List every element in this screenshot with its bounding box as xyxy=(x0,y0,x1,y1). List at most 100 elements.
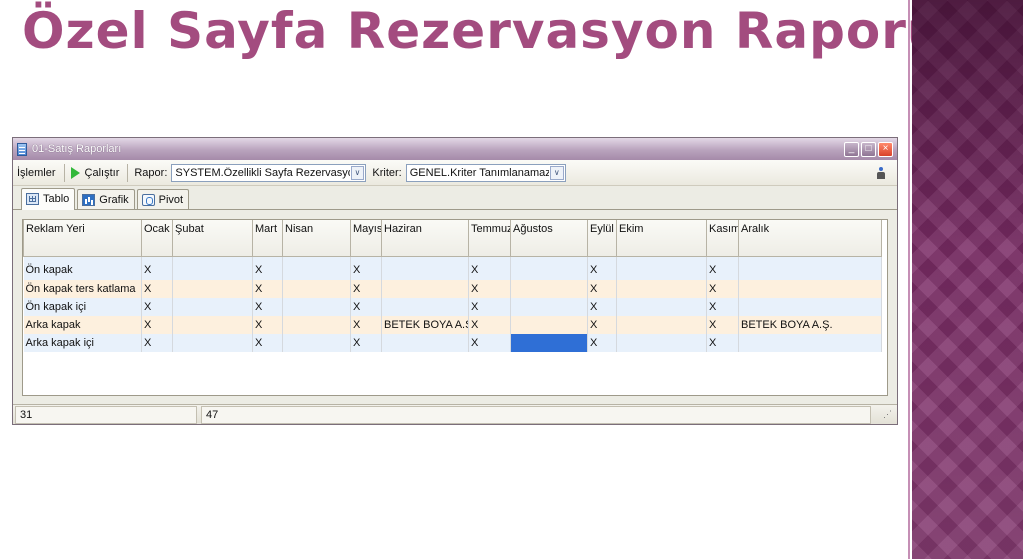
table-cell[interactable]: Arka kapak xyxy=(23,316,142,334)
table-cell[interactable] xyxy=(738,280,882,298)
chevron-down-icon[interactable]: ∨ xyxy=(549,165,564,180)
table-cell[interactable]: X xyxy=(141,256,173,280)
column-header[interactable]: Mart xyxy=(252,220,283,257)
table-cell[interactable]: X xyxy=(252,298,283,316)
table-cell[interactable]: X xyxy=(706,256,739,280)
table-cell[interactable] xyxy=(172,280,253,298)
table-cell[interactable]: X xyxy=(706,316,739,334)
user-tool-button[interactable] xyxy=(875,166,887,180)
table-cell[interactable] xyxy=(381,256,469,280)
column-header[interactable]: Temmuz xyxy=(468,220,511,257)
table-cell[interactable]: X xyxy=(468,334,511,352)
toolbar-separator xyxy=(127,163,129,182)
table-row[interactable]: Ön kapak X X X X X X xyxy=(23,256,882,280)
table-cell[interactable]: X xyxy=(587,280,617,298)
close-button[interactable]: × xyxy=(878,141,893,157)
column-header[interactable]: Reklam Yeri xyxy=(23,220,142,257)
table-cell[interactable] xyxy=(381,334,469,352)
table-cell[interactable]: X xyxy=(706,298,739,316)
table-cell[interactable]: Ön kapak xyxy=(23,256,142,280)
table-row[interactable]: Arka kapak X X X BETEK BOYA A.Ş. X X X B… xyxy=(23,316,882,334)
table-cell[interactable]: X xyxy=(350,280,382,298)
table-cell[interactable] xyxy=(510,256,588,280)
column-header[interactable]: Mayıs xyxy=(350,220,382,257)
table-cell[interactable]: X xyxy=(350,256,382,280)
table-cell[interactable]: X xyxy=(468,298,511,316)
table-cell[interactable] xyxy=(282,256,351,280)
window-titlebar[interactable]: 01-Satış Raporları _ □ × xyxy=(13,138,897,160)
table-cell[interactable] xyxy=(738,256,882,280)
table-cell[interactable] xyxy=(616,316,707,334)
column-header[interactable]: Kasım xyxy=(706,220,739,257)
column-header[interactable]: Şubat xyxy=(172,220,253,257)
table-cell[interactable]: BETEK BOYA A.Ş. xyxy=(738,316,882,334)
table-cell[interactable]: X xyxy=(587,256,617,280)
islemler-menu[interactable]: İşlemler xyxy=(17,167,56,179)
report-grid[interactable]: Reklam Yeri Ocak Şubat Mart Nisan Mayıs … xyxy=(22,219,888,396)
table-cell[interactable]: X xyxy=(706,334,739,352)
table-cell[interactable]: X xyxy=(468,280,511,298)
table-cell[interactable]: X xyxy=(587,334,617,352)
table-row[interactable]: Ön kapak ters katlama X X X X X X xyxy=(23,280,882,298)
selected-cell[interactable] xyxy=(510,334,588,352)
table-cell[interactable] xyxy=(510,316,588,334)
table-cell[interactable] xyxy=(282,316,351,334)
table-cell[interactable]: X xyxy=(587,316,617,334)
table-cell[interactable]: X xyxy=(141,280,173,298)
table-row[interactable]: Arka kapak içi X X X X X X xyxy=(23,334,882,352)
table-cell[interactable] xyxy=(616,256,707,280)
column-header[interactable]: Aralık xyxy=(738,220,882,257)
table-cell[interactable] xyxy=(510,298,588,316)
table-cell[interactable]: X xyxy=(252,280,283,298)
table-cell[interactable]: Ön kapak ters katlama xyxy=(23,280,142,298)
table-cell[interactable]: X xyxy=(141,298,173,316)
table-cell[interactable]: X xyxy=(252,316,283,334)
table-cell[interactable]: X xyxy=(141,316,173,334)
criteria-dropdown[interactable]: GENEL.Kriter Tanımlanamaz ∨ xyxy=(405,163,566,182)
table-cell[interactable]: X xyxy=(350,316,382,334)
table-cell[interactable]: X xyxy=(141,334,173,352)
resize-grip-icon[interactable]: ⋰ xyxy=(883,405,897,423)
table-cell[interactable]: X xyxy=(587,298,617,316)
tab-grafik[interactable]: Grafik xyxy=(77,189,135,209)
table-cell[interactable] xyxy=(738,298,882,316)
table-cell[interactable]: Arka kapak içi xyxy=(23,334,142,352)
column-header[interactable]: Nisan xyxy=(282,220,351,257)
tab-pivot[interactable]: Pivot xyxy=(136,189,190,209)
table-cell[interactable] xyxy=(282,280,351,298)
table-row[interactable]: Ön kapak içi X X X X X X xyxy=(23,298,882,316)
table-cell[interactable]: Ön kapak içi xyxy=(23,298,142,316)
table-cell[interactable] xyxy=(381,298,469,316)
tab-tablo[interactable]: Tablo xyxy=(21,188,76,210)
table-cell[interactable]: X xyxy=(350,334,382,352)
table-cell[interactable] xyxy=(616,298,707,316)
column-header[interactable]: Eylül xyxy=(587,220,617,257)
table-cell[interactable] xyxy=(282,334,351,352)
table-cell[interactable] xyxy=(172,256,253,280)
table-cell[interactable]: X xyxy=(252,334,283,352)
table-cell[interactable]: X xyxy=(468,256,511,280)
table-cell[interactable]: X xyxy=(252,256,283,280)
column-header[interactable]: Haziran xyxy=(381,220,469,257)
report-dropdown[interactable]: SYSTEM.Özellikli Sayfa Rezervasyonları ∨ xyxy=(171,163,367,182)
table-cell[interactable] xyxy=(282,298,351,316)
table-cell[interactable] xyxy=(381,280,469,298)
table-cell[interactable] xyxy=(738,334,882,352)
maximize-button[interactable]: □ xyxy=(861,141,876,157)
chevron-down-icon[interactable]: ∨ xyxy=(350,165,365,180)
run-button[interactable]: Çalıştır xyxy=(70,166,119,179)
table-cell[interactable] xyxy=(172,298,253,316)
column-header[interactable]: Ağustos xyxy=(510,220,588,257)
table-cell[interactable] xyxy=(172,316,253,334)
table-cell[interactable] xyxy=(172,334,253,352)
table-cell[interactable] xyxy=(616,280,707,298)
table-cell[interactable]: X xyxy=(706,280,739,298)
table-cell[interactable]: X xyxy=(350,298,382,316)
column-header[interactable]: Ocak xyxy=(141,220,173,257)
table-cell[interactable] xyxy=(510,280,588,298)
column-header[interactable]: Ekim xyxy=(616,220,707,257)
table-cell[interactable]: BETEK BOYA A.Ş. xyxy=(381,316,469,334)
table-cell[interactable] xyxy=(616,334,707,352)
table-cell[interactable]: X xyxy=(468,316,511,334)
minimize-button[interactable]: _ xyxy=(844,141,859,157)
